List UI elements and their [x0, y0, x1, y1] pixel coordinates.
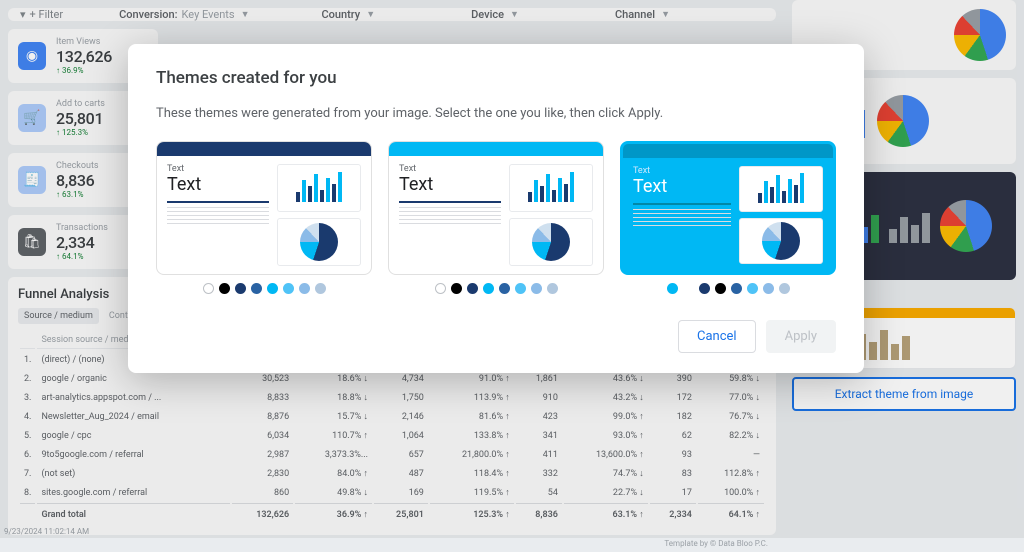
table-row[interactable]: 7.(not set) 2,83084.0% ↑ 487118.4% ↑ 332… — [20, 465, 764, 482]
pie-icon — [954, 9, 1006, 61]
filter-conversion[interactable]: Conversion: Key Events ▼ — [119, 8, 249, 21]
theme-swatches — [203, 283, 326, 294]
theme-option-2[interactable]: Text Text — [388, 141, 604, 294]
chevron-down-icon: ▼ — [661, 9, 670, 20]
timestamp: 9/23/2024 11:02:14 AM — [4, 527, 89, 536]
table-row[interactable]: 8.sites.google.com / referral 86049.8% ↓… — [20, 484, 764, 501]
cancel-button[interactable]: Cancel — [678, 320, 756, 353]
eye-icon: ◉ — [18, 42, 46, 70]
table-row[interactable]: 3.art-analytics.appspot.com / ... 8,8331… — [20, 389, 764, 406]
chevron-down-icon: ▼ — [510, 9, 519, 20]
checkout-icon: 🧾 — [18, 166, 46, 194]
table-total-row: Grand total132,62636.9% ↑25,801125.3% ↑8… — [20, 503, 764, 523]
tab-source-medium[interactable]: Source / medium — [18, 308, 99, 324]
themes-modal: Themes created for you These themes were… — [128, 44, 864, 373]
bar-icon — [889, 209, 930, 243]
table-row[interactable]: 6.9to5google.com / referral 2,9873,373.3… — [20, 446, 764, 463]
table-row[interactable]: 5.google / cpc 6,034110.7% ↑ 1,064133.8%… — [20, 427, 764, 444]
pie-icon — [940, 200, 992, 252]
theme-option-1[interactable]: Text Text — [156, 141, 372, 294]
filter-country[interactable]: Country ▼ — [321, 8, 375, 21]
cart-icon: 🛒 — [18, 104, 46, 132]
theme-option-3[interactable]: Text Text — [620, 141, 836, 294]
filter-device[interactable]: Device ▼ — [471, 8, 519, 21]
theme-swatches — [435, 283, 558, 294]
bag-icon: 🛍 — [18, 228, 46, 256]
extract-theme-button[interactable]: Extract theme from image — [792, 377, 1016, 411]
add-filter-button[interactable]: ▾ + Filter — [20, 8, 63, 21]
pie-icon — [877, 95, 929, 147]
chevron-down-icon: ▼ — [366, 9, 375, 20]
modal-title: Themes created for you — [156, 68, 836, 88]
chevron-down-icon: ▼ — [241, 9, 250, 20]
theme-swatches — [667, 283, 790, 294]
apply-button[interactable]: Apply — [766, 320, 836, 353]
filter-icon: ▾ — [20, 8, 26, 21]
table-row[interactable]: 4.Newsletter_Aug_2024 / email 8,87615.7%… — [20, 408, 764, 425]
filter-channel[interactable]: Channel ▼ — [615, 8, 670, 21]
modal-subtitle: These themes were generated from your im… — [156, 106, 836, 121]
filter-bar: ▾ + Filter Conversion: Key Events ▼ Coun… — [8, 8, 776, 21]
